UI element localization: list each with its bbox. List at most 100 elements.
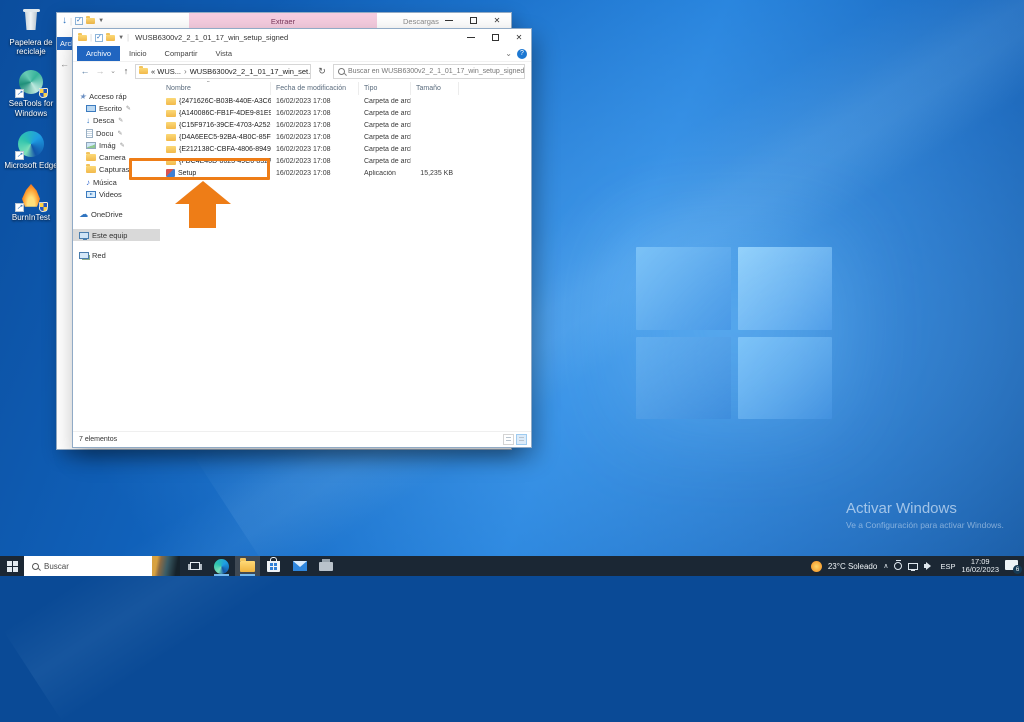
- weather-sun-icon[interactable]: [811, 561, 822, 572]
- item-count: 7 elementos: [79, 436, 117, 443]
- qat-folder-icon[interactable]: [86, 18, 95, 24]
- forward-button[interactable]: →: [94, 66, 106, 76]
- explorer-window: | ▼ | WUSB6300v2_2_1_01_17_win_setup_sig…: [72, 28, 532, 448]
- sidebar-item-label: Red: [92, 251, 106, 260]
- address-bar: ← → ⌄ ↑ « WUS... › WUSB6300v2_2_1_01_17_…: [73, 61, 531, 81]
- shortcut-arrow-icon: [15, 203, 24, 212]
- desktop-icon-image: [16, 67, 46, 97]
- search-box[interactable]: Buscar en WUSB6300v2_2_1_01_17_win_setup…: [333, 64, 525, 79]
- refresh-button[interactable]: ↻: [314, 64, 330, 79]
- table-row[interactable]: {D4A6EEC5-92BA-4B0C-85F3-4B7C7431D... 16…: [161, 131, 530, 143]
- column-header[interactable]: Nombre: [161, 82, 271, 95]
- table-row[interactable]: {A140086C-FB1F-4DE9-81E9-636CD279F7... 1…: [161, 107, 530, 119]
- qat-properties-icon[interactable]: [75, 17, 83, 25]
- minimize-button[interactable]: [437, 13, 461, 28]
- sidebar-item[interactable]: Este equip: [73, 229, 160, 241]
- edge-icon: [214, 559, 229, 574]
- taskbar-mail-icon[interactable]: [287, 556, 312, 576]
- file-date: 16/02/2023 17:08: [271, 134, 359, 141]
- desktop-icon-label: Microsoft Edge: [4, 161, 57, 170]
- table-row[interactable]: {E212138C-CBFA-4806-8949-88F3D0D45F... 1…: [161, 143, 530, 155]
- file-name: {D4A6EEC5-92BA-4B0C-85F3-4B7C7431D...: [179, 134, 271, 141]
- navigation-pane: Acceso ráp Escrito Desca Docu: [73, 81, 160, 432]
- status-bar: 7 elementos: [73, 431, 531, 447]
- sidebar-item[interactable]: Desca: [73, 115, 160, 127]
- file-date: 16/02/2023 17:08: [271, 122, 359, 129]
- taskbar-search[interactable]: Buscar: [24, 556, 180, 576]
- titlebar: | ▼ | WUSB6300v2_2_1_01_17_win_setup_sig…: [73, 29, 531, 46]
- ribbon-tab[interactable]: Compartir: [156, 46, 207, 61]
- ribbon-tab[interactable]: Vista: [206, 46, 241, 61]
- clock[interactable]: 17:09 16/02/2023: [961, 558, 999, 574]
- sidebar-item[interactable]: Acceso ráp: [73, 90, 160, 102]
- back-button[interactable]: ←: [79, 66, 91, 76]
- tray-expand-icon[interactable]: ∧: [883, 562, 888, 570]
- file-size: 15,235 KB: [411, 170, 459, 177]
- qat-folder-icon[interactable]: [106, 35, 115, 41]
- separator: |: [127, 33, 129, 42]
- qat-dropdown-icon[interactable]: ▼: [118, 35, 124, 41]
- column-header[interactable]: Tipo: [359, 82, 411, 95]
- file-name: {2471626C-B03B-440E-A3C6-B24440F043...: [179, 98, 271, 105]
- sidebar-item[interactable]: OneDrive: [73, 209, 160, 221]
- shortcut-arrow-icon: [15, 151, 24, 160]
- close-button[interactable]: [485, 13, 509, 28]
- language-indicator[interactable]: ESP: [940, 562, 955, 571]
- action-center-icon[interactable]: 6: [1005, 560, 1018, 572]
- maximize-button[interactable]: [461, 13, 485, 28]
- sidebar-item[interactable]: Videos: [73, 188, 160, 200]
- tray-network-icon[interactable]: [908, 563, 918, 570]
- ribbon-tab[interactable]: Archivo: [77, 46, 120, 61]
- close-button[interactable]: [507, 29, 531, 46]
- sidebar-item[interactable]: Escrito: [73, 102, 160, 114]
- back-button-bg[interactable]: ←: [60, 59, 69, 69]
- sidebar-item[interactable]: Docu: [73, 127, 160, 139]
- help-icon[interactable]: ?: [517, 49, 527, 59]
- file-date: 16/02/2023 17:08: [271, 98, 359, 105]
- uac-shield-icon: [39, 202, 48, 212]
- up-button[interactable]: ↑: [120, 66, 132, 76]
- watermark-subtitle: Ve a Configuración para activar Windows.: [846, 520, 1004, 530]
- file-name-cell: {A140086C-FB1F-4DE9-81E9-636CD279F7...: [161, 110, 271, 117]
- taskbar-store-icon[interactable]: [261, 556, 286, 576]
- column-header[interactable]: Fecha de modificación: [271, 82, 359, 95]
- ribbon-collapse-icon[interactable]: [505, 49, 512, 58]
- task-view-button[interactable]: [183, 556, 207, 576]
- breadcrumb-folder[interactable]: WUSB6300v2_2_1_01_17_win_set...: [190, 67, 311, 76]
- desktop-icon[interactable]: BurnInTest: [2, 181, 60, 222]
- tray-pen-icon[interactable]: [894, 562, 902, 570]
- start-button[interactable]: [0, 556, 24, 576]
- taskbar-file-explorer-icon[interactable]: [235, 556, 260, 576]
- sidebar-item[interactable]: Red: [73, 249, 160, 261]
- desktop-icon[interactable]: SeaTools for Windows: [2, 67, 60, 117]
- taskbar-device-icon[interactable]: [313, 556, 338, 576]
- minimize-button[interactable]: [459, 29, 483, 46]
- sidebar-item-icon: [86, 178, 90, 187]
- details-view-toggle-icon[interactable]: [516, 434, 527, 445]
- breadcrumb[interactable]: « WUS... › WUSB6300v2_2_1_01_17_win_set.…: [135, 64, 311, 79]
- taskbar-edge-icon[interactable]: [209, 556, 234, 576]
- table-row[interactable]: {C15F9716-39CE-4703-A252-2ED0DC1EC... 16…: [161, 119, 530, 131]
- file-type: Carpeta de archivos: [359, 158, 411, 165]
- desktop-icon[interactable]: Papelera de reciclaje: [2, 6, 60, 56]
- recent-locations-icon[interactable]: ⌄: [109, 67, 117, 75]
- sidebar-item-label: Capturas: [99, 165, 129, 174]
- sidebar-item[interactable]: Imág: [73, 139, 160, 151]
- sidebar-item-icon: [79, 209, 88, 220]
- search-highlight-thumbnail[interactable]: [152, 556, 180, 576]
- weather-text[interactable]: 23°C Soleado: [828, 562, 877, 571]
- maximize-button[interactable]: [483, 29, 507, 46]
- qat-properties-icon[interactable]: [95, 34, 103, 42]
- column-header[interactable]: Tamaño: [411, 82, 459, 95]
- sidebar-item-label: Escrito: [99, 104, 122, 113]
- list-view-toggle-icon[interactable]: [503, 434, 514, 445]
- ribbon-tab[interactable]: Inicio: [120, 46, 156, 61]
- ribbon-tab-extraer[interactable]: Extraer: [189, 13, 377, 29]
- tray-volume-icon[interactable]: [924, 562, 934, 570]
- file-name: {A140086C-FB1F-4DE9-81E9-636CD279F7...: [179, 110, 271, 117]
- table-row[interactable]: {2471626C-B03B-440E-A3C6-B24440F043... 1…: [161, 95, 530, 107]
- breadcrumb-root[interactable]: « WUS...: [151, 67, 181, 76]
- desktop-icon[interactable]: Microsoft Edge: [2, 129, 60, 170]
- qat-dropdown-icon[interactable]: ▼: [98, 18, 104, 24]
- file-name-cell: {2471626C-B03B-440E-A3C6-B24440F043...: [161, 98, 271, 105]
